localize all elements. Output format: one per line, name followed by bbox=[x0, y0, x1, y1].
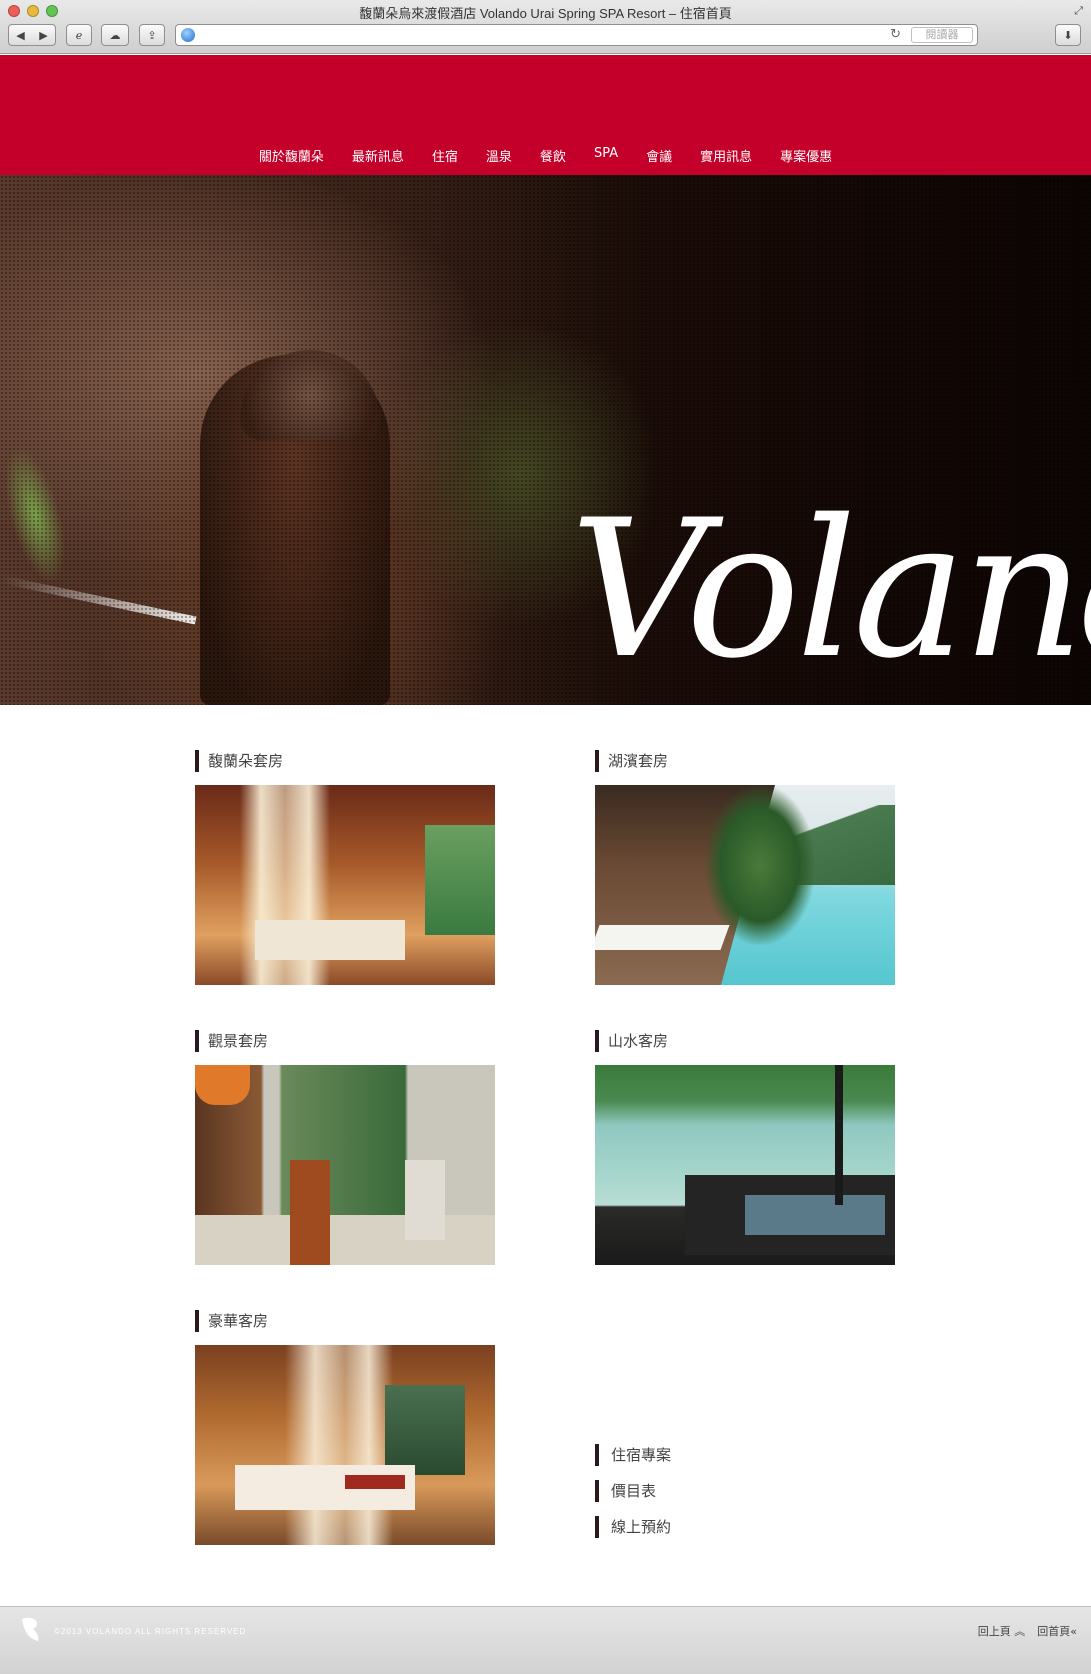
back-to-top-link[interactable]: 回上頁 ︽ bbox=[978, 1623, 1026, 1639]
bath-water bbox=[745, 1195, 885, 1235]
footer-links: 回上頁 ︽ 回首頁« bbox=[978, 1623, 1077, 1639]
hero-logo: Volando bbox=[570, 479, 1091, 700]
download-icon: ⬇ bbox=[1063, 28, 1073, 42]
site-header: 關於馥蘭朵 最新訊息 住宿 溫泉 餐飲 SPA 會議 實用訊息 專案優惠 bbox=[0, 55, 1091, 175]
room-title[interactable]: 湖濱套房 bbox=[595, 750, 895, 772]
volando-logo-icon bbox=[22, 1617, 39, 1641]
room-title[interactable]: 豪華客房 bbox=[195, 1310, 495, 1332]
window-view bbox=[385, 1385, 465, 1475]
room-title[interactable]: 馥蘭朵套房 bbox=[195, 750, 495, 772]
browser-chrome: 馥蘭朵烏來渡假酒店 Volando Urai Spring SPA Resort… bbox=[0, 0, 1091, 54]
lounger bbox=[595, 925, 730, 950]
link-online-booking[interactable]: 線上預約 bbox=[595, 1516, 671, 1538]
nav-item-spa[interactable]: SPA bbox=[594, 146, 618, 165]
back-forward-buttons: ◀ ▶ bbox=[8, 24, 56, 46]
copyright: ©2013 VOLANDO ALL RIGHTS RESERVED bbox=[54, 1627, 247, 1636]
share-icon: ⇪ bbox=[147, 28, 157, 42]
chair bbox=[405, 1160, 445, 1240]
back-icon[interactable]: ◀ bbox=[9, 29, 32, 42]
plant bbox=[705, 785, 815, 945]
cloud-icon: ☁ bbox=[109, 28, 121, 42]
nav-item-hot-spring[interactable]: 溫泉 bbox=[486, 146, 512, 165]
bed-runner bbox=[345, 1475, 405, 1489]
home-page-label: 回首頁 bbox=[1037, 1625, 1071, 1638]
nav-item-offers[interactable]: 專案優惠 bbox=[780, 146, 832, 165]
nav-item-news[interactable]: 最新訊息 bbox=[352, 146, 404, 165]
bed bbox=[255, 920, 405, 960]
window-title: 馥蘭朵烏來渡假酒店 Volando Urai Spring SPA Resort… bbox=[359, 6, 732, 21]
ie-icon: ℯ bbox=[75, 28, 83, 42]
hero-banner: Volando bbox=[0, 175, 1091, 705]
share-button[interactable]: ⇪ bbox=[139, 24, 165, 46]
double-chevron-left-icon: « bbox=[1070, 1625, 1077, 1638]
room-card[interactable]: 觀景套房 bbox=[195, 1030, 495, 1265]
room-title[interactable]: 山水客房 bbox=[595, 1030, 895, 1052]
lamp bbox=[195, 1065, 250, 1105]
nav-item-rooms[interactable]: 住宿 bbox=[432, 146, 458, 165]
link-price-list[interactable]: 價目表 bbox=[595, 1480, 671, 1502]
forward-icon[interactable]: ▶ bbox=[32, 29, 55, 42]
downloads-button[interactable]: ⬇ bbox=[1055, 24, 1081, 46]
window-view bbox=[425, 825, 495, 935]
link-room-packages[interactable]: 住宿專案 bbox=[595, 1444, 671, 1466]
main-nav: 關於馥蘭朵 最新訊息 住宿 溫泉 餐飲 SPA 會議 實用訊息 專案優惠 bbox=[0, 146, 1091, 165]
reload-icon[interactable]: ↻ bbox=[890, 27, 901, 42]
room-side-links: 住宿專案 價目表 線上預約 bbox=[595, 1444, 671, 1552]
room-photo[interactable] bbox=[195, 785, 495, 985]
nav-item-meetings[interactable]: 會議 bbox=[646, 146, 672, 165]
nav-item-about[interactable]: 關於馥蘭朵 bbox=[259, 146, 324, 165]
room-card[interactable]: 馥蘭朵套房 bbox=[195, 750, 495, 985]
chair bbox=[290, 1160, 330, 1265]
room-photo[interactable] bbox=[595, 1065, 895, 1265]
room-card[interactable]: 湖濱套房 bbox=[595, 750, 895, 985]
double-chevron-up-icon: ︽ bbox=[1010, 1625, 1026, 1638]
nav-item-dining[interactable]: 餐飲 bbox=[540, 146, 566, 165]
room-card[interactable]: 山水客房 bbox=[595, 1030, 895, 1265]
room-title[interactable]: 觀景套房 bbox=[195, 1030, 495, 1052]
room-card[interactable]: 豪華客房 bbox=[195, 1310, 495, 1545]
nav-item-info[interactable]: 實用訊息 bbox=[700, 146, 752, 165]
prev-page-label: 回上頁 bbox=[977, 1625, 1011, 1638]
floor bbox=[195, 1215, 495, 1265]
globe-icon bbox=[181, 28, 195, 42]
room-photo[interactable] bbox=[195, 1345, 495, 1545]
window-frame bbox=[835, 1065, 843, 1205]
room-photo[interactable] bbox=[195, 1065, 495, 1265]
fullscreen-icon[interactable]: ⤢ bbox=[1074, 4, 1083, 18]
room-photo[interactable] bbox=[595, 785, 895, 985]
icloud-tabs-button[interactable]: ☁ bbox=[101, 24, 129, 46]
ie-tab-button[interactable]: ℯ bbox=[66, 24, 92, 46]
home-link[interactable]: 回首頁« bbox=[1037, 1623, 1077, 1639]
site-footer: ©2013 VOLANDO ALL RIGHTS RESERVED 回上頁 ︽ … bbox=[0, 1606, 1091, 1674]
address-bar[interactable]: ↻ 閱讀器 bbox=[175, 24, 978, 46]
reader-button[interactable]: 閱讀器 bbox=[911, 27, 973, 43]
